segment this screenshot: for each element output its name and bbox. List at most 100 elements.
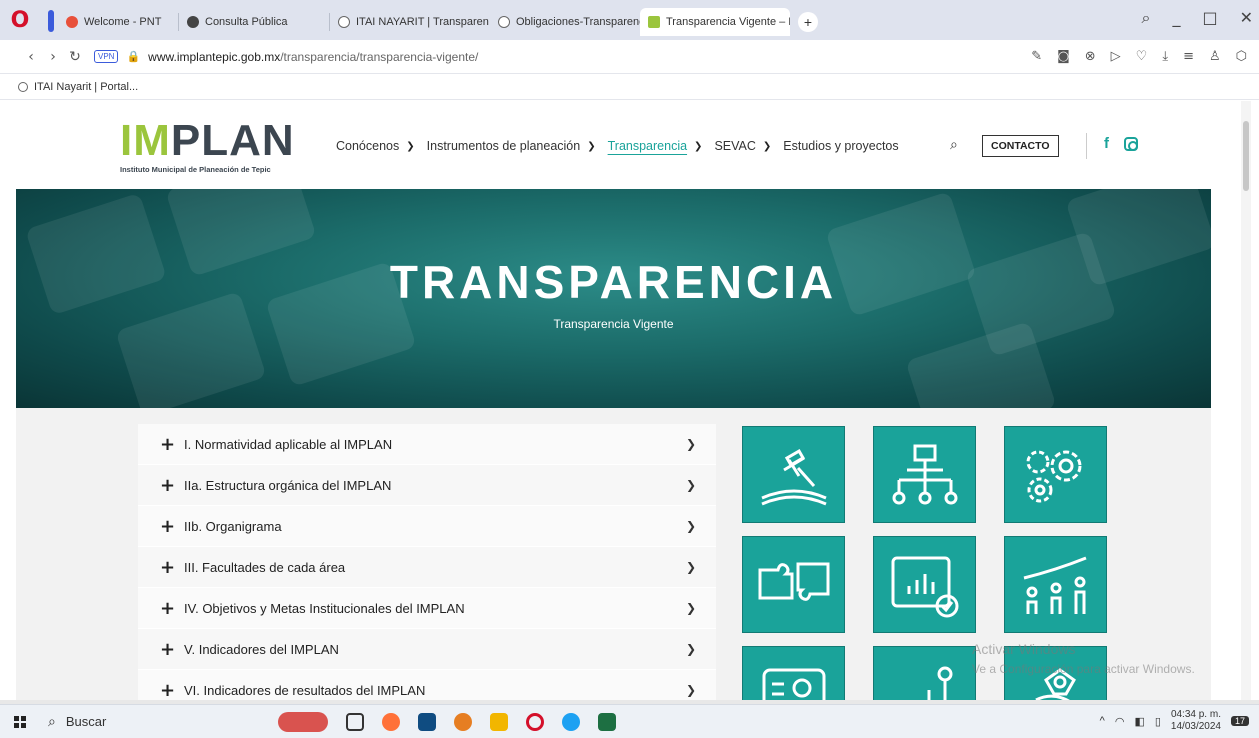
app-icon[interactable] — [454, 712, 472, 731]
notification-badge[interactable]: 17 — [1230, 716, 1249, 726]
tile-objetivos[interactable] — [742, 536, 845, 633]
taskbar-search[interactable]: ⌕ Buscar — [48, 714, 228, 730]
windows-taskbar: ⌕ Buscar ^ ◠ ◧ ▯ 04:34 p. m. 14/03/2024 … — [0, 704, 1259, 738]
url-field[interactable]: www.implantepic.gob.mx/transparencia/tra… — [148, 50, 478, 64]
lock-icon[interactable]: 🔒 — [126, 50, 140, 63]
growth-people-icon — [1023, 556, 1087, 614]
menu-item-estudios[interactable]: Estudios y proyectos — [783, 139, 898, 153]
network-icon[interactable]: ◠ — [1115, 715, 1125, 728]
accordion-item[interactable]: + V. Indicadores del IMPLAN ❯ — [138, 629, 716, 670]
chevron-up-icon[interactable]: ^ — [1100, 715, 1105, 727]
tab-obligaciones[interactable]: Obligaciones-Transparenc — [490, 8, 640, 36]
accordion-item[interactable]: + IIa. Estructura orgánica del IMPLAN ❯ — [138, 465, 716, 506]
speaker-icon[interactable]: ◧ — [1134, 715, 1144, 728]
contact-button[interactable]: CONTACTO — [982, 135, 1059, 157]
firefox-icon[interactable] — [382, 712, 400, 731]
vpn-badge[interactable]: VPN — [94, 50, 119, 63]
edge-icon[interactable] — [562, 712, 580, 731]
search-label: Buscar — [65, 714, 107, 729]
start-button[interactable] — [0, 715, 40, 728]
tile-indicadores[interactable] — [873, 536, 976, 633]
reload-icon[interactable]: ↻ — [64, 49, 86, 65]
profile-icon[interactable]: ♙ — [1209, 49, 1221, 64]
tile-normatividad[interactable] — [742, 426, 845, 523]
menu-item-sevac[interactable]: SEVAC ❯ — [714, 139, 771, 153]
weather-widget-icon[interactable] — [278, 711, 328, 732]
menu-item-transparencia[interactable]: Transparencia ❯ — [608, 139, 703, 153]
itai-icon — [498, 16, 510, 28]
mail-icon[interactable] — [418, 712, 436, 731]
menu-icon[interactable]: ≡ — [1183, 49, 1194, 64]
tile-estructura[interactable] — [873, 426, 976, 523]
excel-icon[interactable] — [598, 712, 616, 731]
hero-subtitle: Transparencia Vigente — [553, 317, 674, 331]
menu-label: SEVAC — [714, 139, 756, 153]
search-tabs-icon[interactable]: ⌕ — [1142, 8, 1151, 28]
tab-label: Obligaciones-Transparenc — [516, 16, 640, 28]
accordion-item[interactable]: + I. Normatividad aplicable al IMPLAN ❯ — [138, 424, 716, 465]
bookmark-item[interactable]: ITAI Nayarit | Portal... — [34, 81, 138, 93]
globe-icon — [187, 16, 199, 28]
clock[interactable]: 04:34 p. m. 14/03/2024 — [1171, 709, 1221, 733]
close-icon[interactable]: ✕ — [1240, 8, 1253, 28]
implan-icon — [648, 16, 660, 28]
file-explorer-icon[interactable] — [490, 712, 508, 731]
tile-row3-b[interactable] — [873, 646, 976, 704]
opera-icon[interactable] — [526, 712, 544, 731]
tab-transparencia-vigente[interactable]: Transparencia Vigente – IN — [640, 8, 790, 36]
report-chart-icon — [891, 556, 958, 617]
accordion-item[interactable]: + III. Facultades de cada área ❯ — [138, 547, 716, 588]
edit-icon[interactable]: ✎ — [1031, 49, 1042, 64]
site-header: IMPLAN Instituto Municipal de Planeación… — [16, 101, 1211, 189]
page-scrollbar[interactable] — [1241, 101, 1251, 704]
implan-logo[interactable]: IMPLAN Instituto Municipal de Planeación… — [120, 119, 320, 181]
search-icon[interactable]: ⌕ — [950, 137, 958, 153]
tab-itai-nayarit[interactable]: ITAI NAYARIT | Transparen — [330, 8, 490, 36]
itai-icon — [338, 16, 350, 28]
window-controls: ⌕ _ □ ✕ — [1142, 8, 1254, 28]
logo-wordmark: IMPLAN — [120, 119, 295, 163]
chevron-right-icon: ❯ — [685, 560, 696, 574]
extensions-icon[interactable]: ⬡ — [1236, 49, 1247, 64]
play-icon[interactable]: ▷ — [1111, 49, 1121, 64]
facebook-icon[interactable]: f — [1104, 135, 1109, 152]
main-menu: Conócenos ❯ Instrumentos de planeación ❯ T… — [336, 139, 911, 153]
sidebar-accent — [48, 10, 54, 32]
tab-consulta-publica[interactable]: Consulta Pública — [179, 8, 329, 36]
instagram-icon[interactable] — [1124, 137, 1138, 151]
maximize-icon[interactable]: □ — [1202, 8, 1217, 28]
clock-date: 14/03/2024 — [1170, 721, 1221, 732]
puzzle-icon — [758, 562, 829, 601]
url-domain: www.implantepic.gob.mx — [148, 49, 281, 64]
menu-item-instrumentos[interactable]: Instrumentos de planeación ❯ — [427, 139, 596, 153]
menu-item-conocenos[interactable]: Conócenos ❯ — [336, 139, 415, 153]
accordion-label: IIa. Estructura orgánica del IMPLAN — [184, 477, 392, 493]
scrollbar-thumb[interactable] — [1243, 121, 1249, 191]
tile-facultades[interactable] — [1004, 426, 1107, 523]
new-tab-button[interactable]: + — [798, 12, 818, 32]
address-bar: ‹ › ↻ VPN 🔒 www.implantepic.gob.mx/trans… — [0, 40, 1259, 74]
minimize-icon[interactable]: _ — [1172, 8, 1180, 28]
accordion-item[interactable]: + IIb. Organigrama ❯ — [138, 506, 716, 547]
back-icon[interactable]: ‹ — [20, 49, 42, 65]
menu-label: Estudios y proyectos — [783, 139, 899, 153]
menu-label: Transparencia — [607, 139, 688, 153]
battery-icon[interactable]: ▯ — [1155, 715, 1161, 728]
opera-logo-icon[interactable]: O — [0, 0, 40, 40]
task-view-icon[interactable] — [346, 712, 364, 731]
web-page: IMPLAN Instituto Municipal de Planeación… — [0, 101, 1259, 704]
tile-row3-a[interactable] — [742, 646, 845, 704]
tab-welcome-pnt[interactable]: Welcome - PNT — [58, 8, 178, 36]
forward-icon[interactable]: › — [42, 49, 64, 65]
pnt-icon — [66, 16, 78, 28]
adblock-icon[interactable]: ⊗ — [1085, 49, 1096, 64]
windows-activation-text: Ve a Configuración para activar Windows. — [972, 662, 1195, 676]
tile-resultados[interactable] — [1004, 536, 1107, 633]
chevron-right-icon: ❯ — [685, 601, 696, 615]
download-icon[interactable]: ⤓ — [1162, 49, 1168, 64]
logo-subtitle: Instituto Municipal de Planeación de Tep… — [120, 165, 271, 174]
camera-icon[interactable]: ◙ — [1057, 49, 1070, 64]
accordion-item[interactable]: + VI. Indicadores de resultados del IMPLA… — [138, 670, 716, 704]
accordion-item[interactable]: + IV. Objetivos y Metas Institucionales d… — [138, 588, 716, 629]
heart-icon[interactable]: ♡ — [1136, 49, 1148, 64]
